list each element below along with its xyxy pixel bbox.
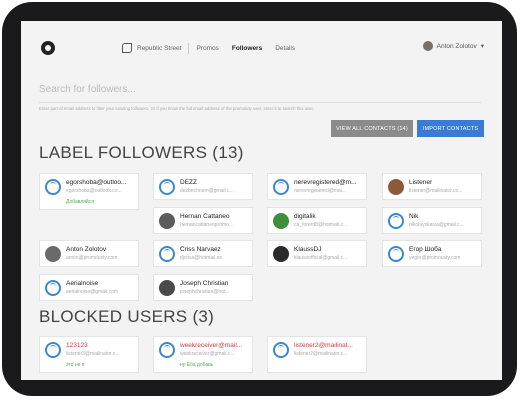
user-avatar	[159, 280, 175, 296]
card-email: ca_forerd8@hotmail.c...	[294, 222, 348, 228]
default-user-icon	[159, 246, 175, 262]
card-name: Nik	[409, 213, 419, 220]
card-email: nikolayskaiva@gmail.c...	[409, 222, 464, 228]
follower-card[interactable]: Joseph Christian josephchristian@hot...	[153, 274, 253, 301]
import-contacts-button[interactable]: IMPORT CONTACTS	[417, 120, 484, 137]
card-email: anton@promousty.com	[66, 255, 118, 261]
followers-heading: LABEL FOLLOWERS (13)	[39, 143, 244, 162]
card-name: digitalik	[294, 213, 316, 220]
app-logo-icon[interactable]	[41, 41, 55, 55]
nav-divider	[188, 42, 190, 54]
follower-card[interactable]: Nik nikolayskaiva@gmail.c...	[382, 207, 482, 234]
card-name: 123123	[66, 342, 88, 349]
follower-card[interactable]: egorshoba@outloo... egorshoba@outlook.co.…	[39, 173, 139, 210]
user-avatar	[273, 246, 289, 262]
blocked-heading: BLOCKED USERS (3)	[39, 307, 215, 326]
card-name: Criss Narvaez	[180, 246, 221, 253]
brand-icon	[122, 43, 132, 53]
card-email: yegor@promousty.com	[409, 255, 461, 261]
card-email: aerialnoise@gmail.com	[66, 289, 119, 295]
card-name: Joseph Christian	[180, 280, 229, 287]
card-email: egorshoba@outlook.co...	[66, 188, 122, 194]
brand-link[interactable]: Republic Street	[122, 43, 181, 53]
default-user-icon	[388, 246, 404, 262]
default-user-icon	[45, 280, 61, 296]
user-menu[interactable]: Anton Zolotov ▾	[422, 41, 484, 51]
card-email: josephchristian@hot...	[180, 289, 230, 295]
card-name: Егор Шоба	[409, 246, 442, 253]
follower-card[interactable]: KlaussDJ klaussofficial@gmail.c...	[267, 240, 367, 267]
card-email: listener3@mailinator.c...	[66, 351, 120, 357]
card-email: djcriss@hotmail.es	[180, 255, 223, 261]
card-email: klaussofficial@gmail.c...	[294, 255, 348, 261]
card-name: DEZZ	[180, 179, 197, 186]
default-user-icon	[273, 179, 289, 195]
default-user-icon	[45, 342, 61, 358]
card-note: ну Ёба добавь	[180, 362, 214, 368]
card-name: Anton Zolotov	[66, 246, 107, 253]
follower-card[interactable]: Aerialnoise aerialnoise@gmail.com	[39, 274, 139, 301]
main-nav: Republic Street Promos Followers Details	[122, 39, 308, 57]
chevron-down-icon: ▾	[480, 43, 484, 50]
card-note: Добавляйся	[66, 199, 94, 205]
follower-card[interactable]: Criss Narvaez djcriss@hotmail.es	[153, 240, 253, 267]
card-email: listener@mailinator.co...	[409, 188, 463, 194]
brand-name: Republic Street	[137, 44, 182, 52]
card-name: KlaussDJ	[294, 246, 322, 253]
card-note: это не я	[66, 362, 85, 368]
search-input[interactable]: Search for followers...	[39, 81, 481, 103]
top-navigation-bar: Republic Street Promos Followers Details…	[21, 21, 502, 74]
card-name: egorshoba@outloo...	[66, 179, 127, 186]
card-name: nerevregistered@m...	[294, 179, 357, 186]
card-name: Aerialnoise	[66, 280, 99, 287]
view-all-contacts-button[interactable]: VIEW ALL CONTACTS (14)	[331, 120, 413, 137]
card-name: Hernan Cattaneo	[180, 213, 230, 220]
follower-card[interactable]: Listener listener@mailinator.co...	[382, 173, 482, 200]
tablet-frame: Republic Street Promos Followers Details…	[2, 2, 517, 396]
user-avatar	[159, 213, 175, 229]
default-user-icon	[388, 213, 404, 229]
card-email: hernancattaneopromo...	[180, 222, 234, 228]
nav-item-details[interactable]: Details	[275, 45, 295, 52]
follower-card[interactable]: DEZZ dezbechnom@gmail.c...	[153, 173, 253, 200]
card-name: Listener	[409, 179, 433, 186]
follower-card[interactable]: nerevregistered@m... nerevregistered@mai.…	[267, 173, 367, 200]
user-avatar	[422, 41, 433, 51]
card-name: listener2@mailinat...	[294, 342, 353, 349]
default-user-icon	[45, 179, 61, 195]
card-email: dezbechnom@gmail.c...	[180, 188, 234, 194]
card-name: weekreceiver@mail...	[180, 342, 243, 349]
blocked-user-card[interactable]: weekreceiver@mail... weekreceiver@gmail.c…	[153, 336, 253, 373]
user-avatar	[45, 246, 61, 262]
follower-card[interactable]: digitalik ca_forerd8@hotmail.c...	[267, 207, 367, 234]
default-user-icon	[273, 342, 289, 358]
follower-card[interactable]: Hernan Cattaneo hernancattaneopromo...	[153, 207, 253, 234]
follower-card[interactable]: Anton Zolotov anton@promousty.com	[39, 240, 139, 267]
card-email: nerevregistered@mai...	[294, 188, 347, 194]
search-hint: Enter part of email address to filter yo…	[39, 106, 314, 111]
default-user-icon	[159, 179, 175, 195]
card-email: weekreceiver@gmail.c...	[180, 351, 235, 357]
user-avatar	[388, 179, 404, 195]
follower-card[interactable]: Егор Шоба yegor@promousty.com	[382, 240, 482, 267]
blocked-user-card[interactable]: listener2@mailinat... listener2@mailinato…	[267, 336, 367, 373]
blocked-user-card[interactable]: 123123 listener3@mailinator.c... это не я	[39, 336, 139, 373]
default-user-icon	[159, 342, 175, 358]
user-name: Anton Zolotov	[436, 42, 477, 50]
user-avatar	[273, 213, 289, 229]
nav-item-promos[interactable]: Promos	[196, 45, 218, 52]
nav-item-followers[interactable]: Followers	[232, 45, 262, 52]
app-screen: Republic Street Promos Followers Details…	[21, 21, 502, 380]
card-email: listener2@mailinator.c...	[294, 351, 348, 357]
